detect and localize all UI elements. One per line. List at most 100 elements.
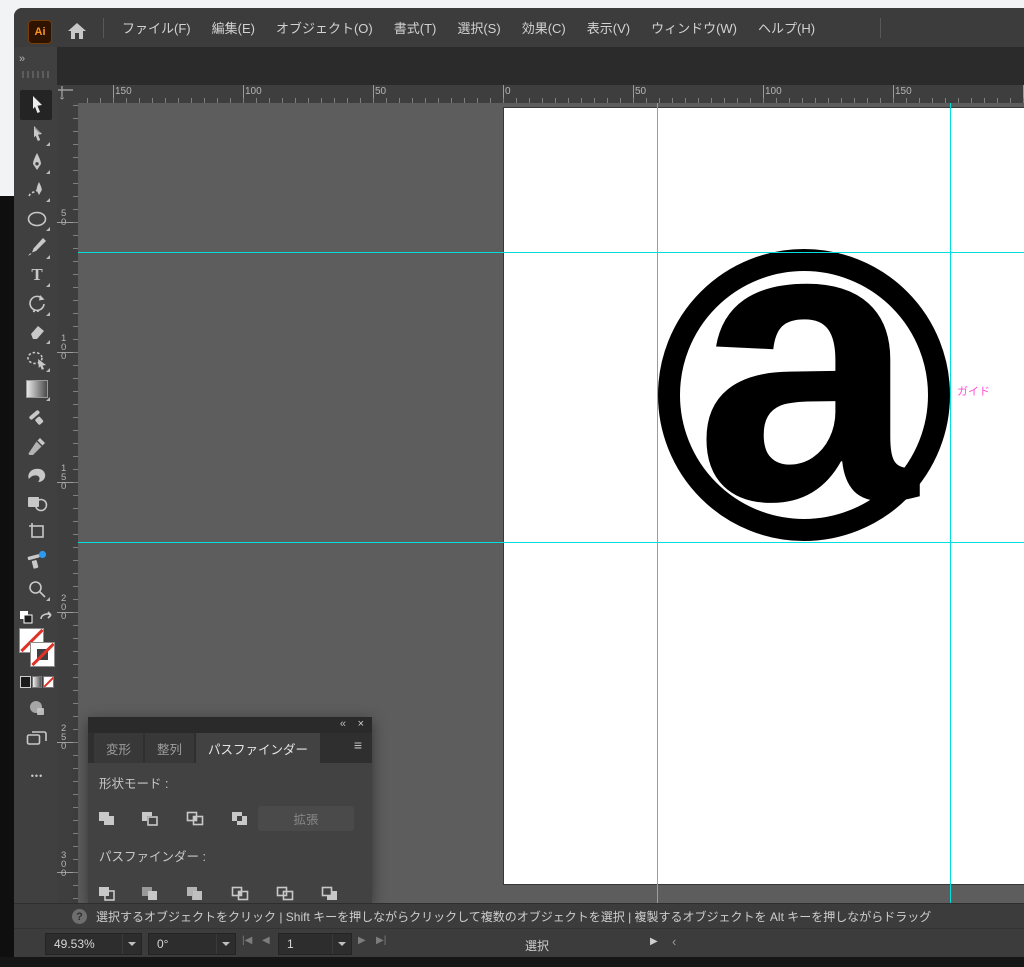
shape-mode-minus-front[interactable] xyxy=(136,806,164,830)
ruler-origin-corner[interactable] xyxy=(57,85,78,103)
paintbrush-tool[interactable] xyxy=(24,234,50,260)
knife-tool[interactable] xyxy=(24,405,50,431)
vertical-guide-left[interactable] xyxy=(657,103,658,903)
color-button[interactable] xyxy=(20,676,31,688)
selection-tool[interactable] xyxy=(24,92,50,118)
none-button[interactable] xyxy=(43,676,54,688)
eyedropper-tool[interactable] xyxy=(24,433,50,459)
document-tab-strip: 名称未設定-1* @ 49.53 % (CMYK/プレビュー) × xyxy=(57,47,1024,85)
pathfinder-label: パスファインダー : xyxy=(99,846,206,865)
menu-type[interactable]: 書式(T) xyxy=(392,15,439,40)
knife-icon xyxy=(27,408,47,428)
zoom-dropdown[interactable] xyxy=(122,934,141,954)
ruler-tick-label: 3 0 0 xyxy=(61,851,66,878)
rotate-tool[interactable] xyxy=(24,291,50,317)
artboard-dropdown[interactable] xyxy=(332,934,351,954)
status-bar-angle-icon[interactable]: ‹ xyxy=(672,934,676,949)
shape-mode-unite[interactable] xyxy=(93,806,121,830)
horizontal-ruler[interactable]: 150 100 50 0 50 100 150 xyxy=(78,85,1024,104)
tab-pathfinder[interactable]: パスファインダー xyxy=(196,733,320,763)
eraser-tool[interactable] xyxy=(24,319,50,345)
rotation-select[interactable]: 0° xyxy=(148,933,236,955)
crop-icon xyxy=(230,885,250,902)
pen-tool[interactable] xyxy=(24,149,50,175)
menu-view[interactable]: 表示(V) xyxy=(585,15,632,40)
rotation-dropdown[interactable] xyxy=(216,934,235,954)
pathfinder-minus-back[interactable] xyxy=(316,881,344,905)
retype-tool[interactable] xyxy=(24,547,50,573)
menu-select[interactable]: 選択(S) xyxy=(455,15,502,40)
hand-tool[interactable] xyxy=(24,462,50,488)
shape-mode-exclude[interactable] xyxy=(226,806,254,830)
tab-align[interactable]: 整列 xyxy=(145,733,194,763)
artboard-navigation-select[interactable]: 1 xyxy=(278,933,352,955)
ruler-origin-icon xyxy=(57,85,75,103)
stroke-swatch-none[interactable] xyxy=(30,642,55,667)
drawing-mode-icon xyxy=(28,699,46,717)
edit-toolbar-button[interactable]: ••• xyxy=(24,763,50,789)
shape-mode-intersect[interactable] xyxy=(181,806,209,830)
pathfinder-merge[interactable] xyxy=(181,881,209,905)
horizontal-guide-bottom[interactable] xyxy=(78,542,1024,543)
type-tool-icon: T xyxy=(31,265,42,285)
shaper-tool[interactable] xyxy=(24,347,50,373)
curvature-tool[interactable] xyxy=(24,177,50,203)
default-fill-stroke[interactable] xyxy=(39,610,53,629)
gradient-button[interactable] xyxy=(32,676,43,688)
collapse-to-icons-icon[interactable]: « xyxy=(340,718,346,730)
tab-transform[interactable]: 変形 xyxy=(94,733,143,763)
pathfinder-outline[interactable] xyxy=(271,881,299,905)
chevron-down-icon xyxy=(338,942,346,946)
drawing-mode-button[interactable] xyxy=(24,695,50,721)
menu-divider xyxy=(103,18,104,38)
tools-panel: » T xyxy=(14,47,57,903)
home-button[interactable] xyxy=(64,18,90,44)
app-logo-icon[interactable]: Ai xyxy=(28,20,52,44)
panel-menu-icon[interactable]: ≡ xyxy=(354,737,362,753)
ruler-tick-label: 100 xyxy=(245,86,262,97)
type-tool[interactable]: T xyxy=(24,262,50,288)
divide-icon xyxy=(97,885,117,902)
artboard-tool[interactable] xyxy=(24,518,50,544)
hint-text: 選択するオブジェクトをクリック | Shift キーを押しながらクリックして複数… xyxy=(96,908,931,925)
zoom-level-select[interactable]: 49.53% xyxy=(45,933,142,955)
swap-arrow-icon xyxy=(39,610,53,624)
screen-mode-button[interactable] xyxy=(24,725,50,751)
horizontal-guide-top[interactable] xyxy=(78,252,1024,253)
shape-builder-tool[interactable] xyxy=(24,490,50,516)
expand-button[interactable]: 拡張 xyxy=(258,806,354,831)
pathfinder-trim[interactable] xyxy=(136,881,164,905)
retype-icon xyxy=(26,550,48,570)
menu-items: ファイル(F) 編集(E) オブジェクト(O) 書式(T) 選択(S) 効果(C… xyxy=(120,8,817,47)
vertical-ruler[interactable]: 5 0 1 0 0 1 5 0 2 0 0 2 5 0 3 0 0 xyxy=(57,103,79,903)
zoom-tool[interactable] xyxy=(24,576,50,602)
pathfinder-divide[interactable] xyxy=(93,881,121,905)
previous-artboard-button[interactable]: ◀ xyxy=(262,935,270,946)
pathfinder-crop[interactable] xyxy=(226,881,254,905)
panel-close-icon[interactable]: × xyxy=(358,718,364,730)
menu-effect[interactable]: 効果(C) xyxy=(520,15,568,40)
status-bar-arrow[interactable]: ▶ xyxy=(650,936,658,947)
first-artboard-button[interactable]: |◀ xyxy=(242,935,252,946)
menu-help[interactable]: ヘルプ(H) xyxy=(756,15,817,40)
menu-edit[interactable]: 編集(E) xyxy=(210,15,257,40)
direct-selection-tool[interactable] xyxy=(24,121,50,147)
menu-window[interactable]: ウィンドウ(W) xyxy=(649,15,739,40)
magnifier-icon xyxy=(27,579,47,599)
next-artboard-button[interactable]: ▶ xyxy=(358,935,366,946)
toolbar-grip[interactable] xyxy=(22,71,50,78)
gradient-tool[interactable] xyxy=(24,376,50,402)
toolbar-expand-icon[interactable]: » xyxy=(19,53,26,65)
exclude-icon xyxy=(230,810,250,827)
panel-header[interactable]: « × xyxy=(88,717,372,733)
menu-file[interactable]: ファイル(F) xyxy=(120,15,193,40)
direct-selection-arrow-icon xyxy=(27,124,47,144)
artboard-number: 1 xyxy=(279,937,332,951)
vertical-guide-right[interactable] xyxy=(950,103,951,903)
ellipse-tool[interactable] xyxy=(24,206,50,232)
circled-a-artwork[interactable]: a xyxy=(656,247,952,543)
menu-object[interactable]: オブジェクト(O) xyxy=(274,15,375,40)
last-artboard-button[interactable]: ▶| xyxy=(376,935,386,946)
swap-fill-stroke-icon xyxy=(19,610,37,625)
swap-fill-stroke-mini[interactable] xyxy=(19,610,35,623)
